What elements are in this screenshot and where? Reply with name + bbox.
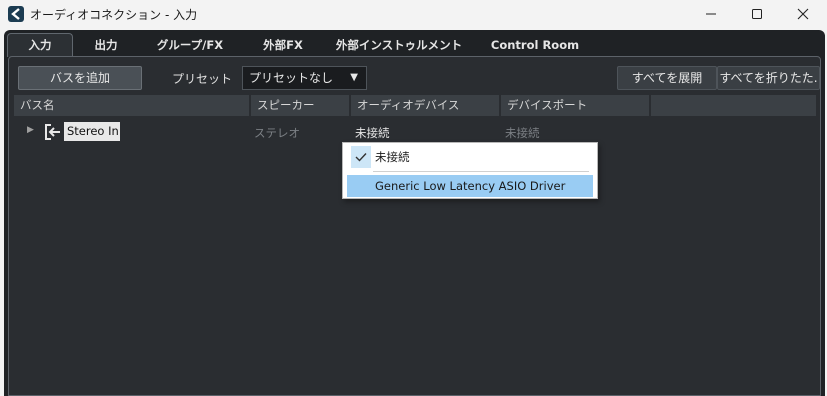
close-icon [797, 8, 809, 20]
tab-bar: 入力 出力 グループ/FX 外部FX 外部インストゥルメント Control R… [4, 30, 825, 57]
window-title: オーディオコネクション - 入力 [30, 8, 198, 22]
tab-external-instrument[interactable]: 外部インストゥルメント [334, 36, 464, 54]
preset-value: プリセットなし [249, 71, 334, 85]
collapse-all-button[interactable]: すべてを折りたた. [717, 66, 820, 90]
column-header-speaker[interactable]: スピーカー [251, 95, 349, 116]
checkmark-icon [351, 146, 371, 168]
bus-name-cell[interactable]: Stereo In [64, 122, 120, 141]
menu-item-label: 未接続 [375, 150, 410, 164]
minimize-icon [706, 13, 716, 15]
minimize-button[interactable] [688, 0, 734, 28]
preset-dropdown[interactable]: プリセットなし ▼ [242, 66, 367, 90]
menu-separator [373, 171, 589, 172]
device-port-cell[interactable]: 未接続 [505, 125, 540, 141]
add-bus-button[interactable]: バスを追加 [18, 66, 142, 90]
maximize-icon [752, 9, 762, 19]
tab-external-fx[interactable]: 外部FX [252, 36, 314, 54]
expand-triangle-icon[interactable]: ▶ [27, 125, 34, 135]
menu-item-label: Generic Low Latency ASIO Driver [375, 179, 566, 193]
menu-item-not-connected[interactable]: 未接続 [347, 146, 593, 168]
column-header-extra[interactable] [651, 95, 816, 116]
audio-connections-window: 入力 出力 グループ/FX 外部FX 外部インストゥルメント Control R… [4, 30, 825, 396]
audio-device-cell[interactable]: 未接続 [355, 125, 390, 141]
title-bar: オーディオコネクション - 入力 [0, 0, 827, 28]
audio-device-menu: 未接続 Generic Low Latency ASIO Driver [342, 142, 598, 199]
tab-group-fx[interactable]: グループ/FX [146, 36, 234, 54]
tab-input[interactable]: 入力 [7, 33, 73, 57]
preset-label: プリセット [172, 72, 233, 86]
cubase-app-icon [8, 6, 24, 22]
input-bus-icon [44, 123, 62, 144]
maximize-button[interactable] [734, 0, 780, 28]
column-header-audio-device[interactable]: オーディオデバイス [351, 95, 499, 116]
tab-output[interactable]: 出力 [79, 36, 133, 54]
tab-control-room[interactable]: Control Room [482, 36, 588, 54]
column-header-device-port[interactable]: デバイスポート [501, 95, 649, 116]
menu-item-generic-asio-driver[interactable]: Generic Low Latency ASIO Driver [347, 175, 593, 197]
column-header-bus-name[interactable]: バス名 [14, 95, 249, 116]
close-button[interactable] [780, 0, 826, 28]
speaker-cell: ステレオ [254, 126, 300, 140]
connections-panel: バスを追加 プリセット プリセットなし ▼ すべてを展開 すべてを折りたた. バ… [8, 56, 821, 396]
expand-all-button[interactable]: すべてを展開 [617, 66, 717, 90]
dropdown-arrow-icon: ▼ [350, 72, 358, 83]
